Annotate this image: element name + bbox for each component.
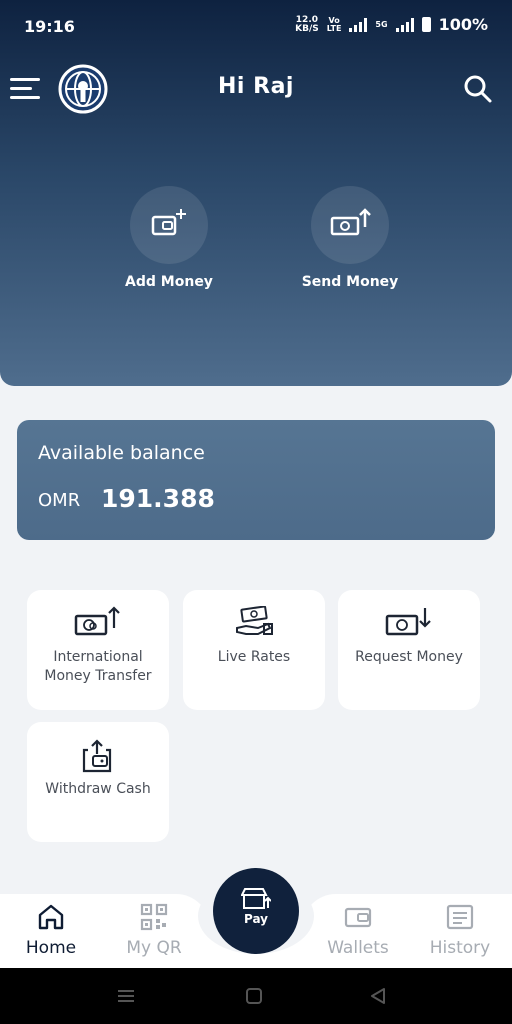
search-icon[interactable] bbox=[462, 73, 494, 105]
volte-indicator: Vo LTE bbox=[326, 15, 342, 33]
network-speed: 12.0 KB/S bbox=[295, 14, 319, 34]
send-money-label: Send Money bbox=[301, 274, 399, 290]
status-bar: 19:16 12.0 KB/S Vo LTE 5G 100% bbox=[0, 0, 512, 56]
pay-button[interactable]: Pay bbox=[213, 868, 299, 954]
status-time: 19:16 bbox=[24, 17, 75, 36]
nav-my-qr[interactable]: My QR bbox=[103, 902, 205, 958]
store-pay-icon bbox=[213, 886, 299, 912]
add-money-label: Add Money bbox=[125, 274, 213, 290]
live-rates-label: Live Rates bbox=[217, 649, 291, 665]
nav-home[interactable]: Home bbox=[0, 902, 102, 958]
balance-card: Available balance OMR 191.388 bbox=[17, 420, 495, 540]
balance-currency: OMR bbox=[38, 490, 81, 511]
top-bar: Hi Raj bbox=[0, 60, 512, 116]
network-type: 5G bbox=[375, 19, 388, 29]
nav-history-label: History bbox=[429, 938, 491, 958]
add-money-button[interactable]: Add Money bbox=[94, 186, 244, 290]
withdraw-cash-tile[interactable]: Withdraw Cash bbox=[27, 722, 169, 842]
greeting-title: Hi Raj bbox=[218, 74, 294, 99]
signal-icon bbox=[349, 17, 368, 32]
wallet-icon bbox=[307, 902, 409, 932]
live-rates-icon bbox=[183, 606, 325, 642]
status-icons: 12.0 KB/S Vo LTE 5G 100% bbox=[295, 15, 488, 34]
nav-wallets-label: Wallets bbox=[327, 938, 389, 958]
wallet-add-icon bbox=[130, 186, 208, 264]
international-transfer-tile[interactable]: International Money Transfer bbox=[27, 590, 169, 710]
send-money-icon bbox=[311, 186, 389, 264]
request-money-tile[interactable]: Request Money bbox=[338, 590, 480, 710]
withdraw-cash-icon bbox=[27, 738, 169, 774]
request-money-icon bbox=[338, 606, 480, 642]
request-money-label: Request Money bbox=[355, 649, 463, 665]
balance-amount: 191.388 bbox=[101, 484, 215, 513]
nav-wallets[interactable]: Wallets bbox=[307, 902, 409, 958]
home-icon bbox=[0, 902, 102, 932]
battery-level: 100% bbox=[438, 15, 488, 34]
nav-my-qr-label: My QR bbox=[126, 938, 182, 958]
system-navigation-bar bbox=[0, 968, 512, 1024]
withdraw-cash-label: Withdraw Cash bbox=[45, 781, 151, 797]
recent-apps-icon[interactable] bbox=[116, 986, 136, 1006]
send-money-button[interactable]: Send Money bbox=[275, 186, 425, 290]
signal-icon-2 bbox=[395, 17, 414, 32]
pay-label: Pay bbox=[243, 912, 269, 926]
balance-title: Available balance bbox=[38, 442, 205, 464]
header-banner bbox=[0, 0, 512, 386]
international-transfer-label: International Money Transfer bbox=[44, 649, 152, 684]
history-icon bbox=[409, 902, 511, 932]
nav-home-label: Home bbox=[25, 938, 77, 958]
qr-code-icon bbox=[103, 902, 205, 932]
home-system-icon[interactable] bbox=[244, 986, 264, 1006]
live-rates-tile[interactable]: Live Rates bbox=[183, 590, 325, 710]
back-icon[interactable] bbox=[368, 986, 388, 1006]
international-transfer-icon bbox=[27, 606, 169, 642]
nav-history[interactable]: History bbox=[409, 902, 511, 958]
battery-icon bbox=[421, 17, 431, 32]
